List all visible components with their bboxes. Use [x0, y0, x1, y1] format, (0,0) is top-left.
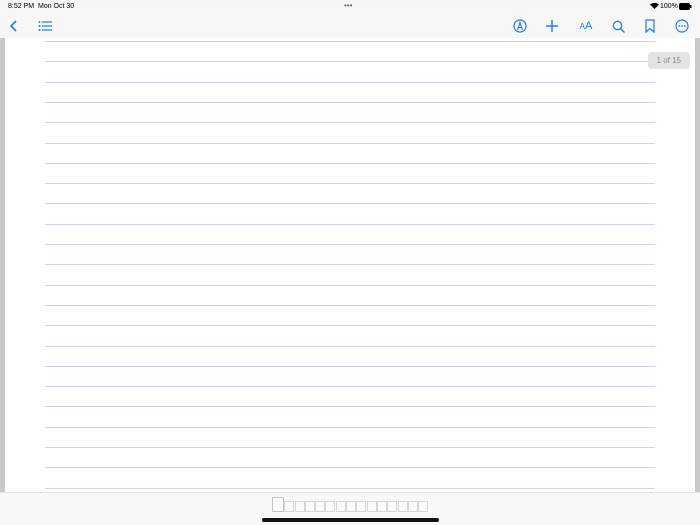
page-thumbnail[interactable]	[335, 501, 346, 512]
ruled-line	[45, 386, 655, 388]
document-page[interactable]	[5, 38, 695, 492]
ruled-line	[45, 284, 655, 286]
search-button[interactable]	[609, 17, 627, 35]
page-thumbnail[interactable]	[418, 501, 429, 512]
page-thumbnails[interactable]	[272, 497, 429, 512]
ruled-line	[45, 406, 655, 408]
ruled-line	[45, 122, 655, 124]
ruled-line	[45, 183, 655, 185]
battery-icon	[679, 3, 692, 12]
battery-percent: 100%	[660, 3, 678, 10]
toolbar: AA	[0, 13, 700, 38]
page-thumbnail[interactable]	[376, 501, 387, 512]
page-counter: 1 of 15	[647, 52, 690, 69]
page-thumbnail[interactable]	[397, 501, 408, 512]
document-view[interactable]: 1 of 15	[0, 38, 700, 492]
ruled-line	[45, 304, 655, 306]
page-thumbnail[interactable]	[325, 501, 336, 512]
ruled-line	[45, 325, 655, 327]
markup-icon	[513, 19, 527, 33]
ruled-line	[45, 41, 655, 42]
more-button[interactable]	[673, 17, 691, 35]
search-icon	[612, 20, 625, 33]
ruled-line	[45, 345, 655, 347]
ruled-line	[45, 203, 655, 205]
ruled-line	[45, 223, 655, 225]
multitasking-dots-icon[interactable]: •••	[344, 1, 352, 10]
bookmark-icon	[645, 19, 655, 33]
page-thumbnail[interactable]	[294, 501, 305, 512]
page-thumbnail[interactable]	[315, 501, 326, 512]
ruled-line	[45, 447, 655, 448]
ruled-line	[45, 101, 655, 103]
status-time: 8:52 PM	[8, 3, 35, 10]
home-indicator[interactable]	[262, 518, 439, 522]
add-button[interactable]	[543, 17, 561, 35]
ruled-line	[45, 142, 655, 144]
markup-button[interactable]	[511, 17, 529, 35]
ruled-line	[45, 426, 655, 428]
page-thumbnail[interactable]	[407, 501, 418, 512]
ruled-line	[45, 487, 655, 489]
plus-icon	[546, 20, 558, 32]
page-thumbnail[interactable]	[284, 501, 295, 512]
page-thumbnail[interactable]	[356, 501, 367, 512]
page-thumbnail[interactable]	[387, 501, 398, 512]
status-date: Mon Oct 30	[38, 3, 75, 10]
wifi-icon	[650, 2, 659, 11]
page-thumbnail[interactable]	[272, 497, 284, 512]
ruled-line	[45, 244, 655, 245]
ruled-line	[45, 365, 655, 367]
page-thumbnail[interactable]	[304, 501, 315, 512]
status-bar: 8:52 PM Mon Oct 30 ••• 100%	[0, 0, 700, 13]
back-button[interactable]	[5, 17, 23, 35]
ruled-line	[45, 162, 655, 164]
list-icon	[38, 21, 52, 31]
ruled-line	[45, 61, 655, 63]
ruled-line	[45, 264, 655, 266]
more-icon	[675, 19, 689, 33]
page-thumbnail[interactable]	[346, 501, 357, 512]
text-size-button[interactable]: AA	[576, 17, 596, 35]
page-thumbnail[interactable]	[366, 501, 377, 512]
page-scrubber-bar	[0, 492, 700, 525]
ruled-line	[45, 81, 655, 83]
ruled-line	[45, 467, 655, 469]
bookmark-button[interactable]	[641, 17, 659, 35]
table-of-contents-button[interactable]	[36, 17, 54, 35]
